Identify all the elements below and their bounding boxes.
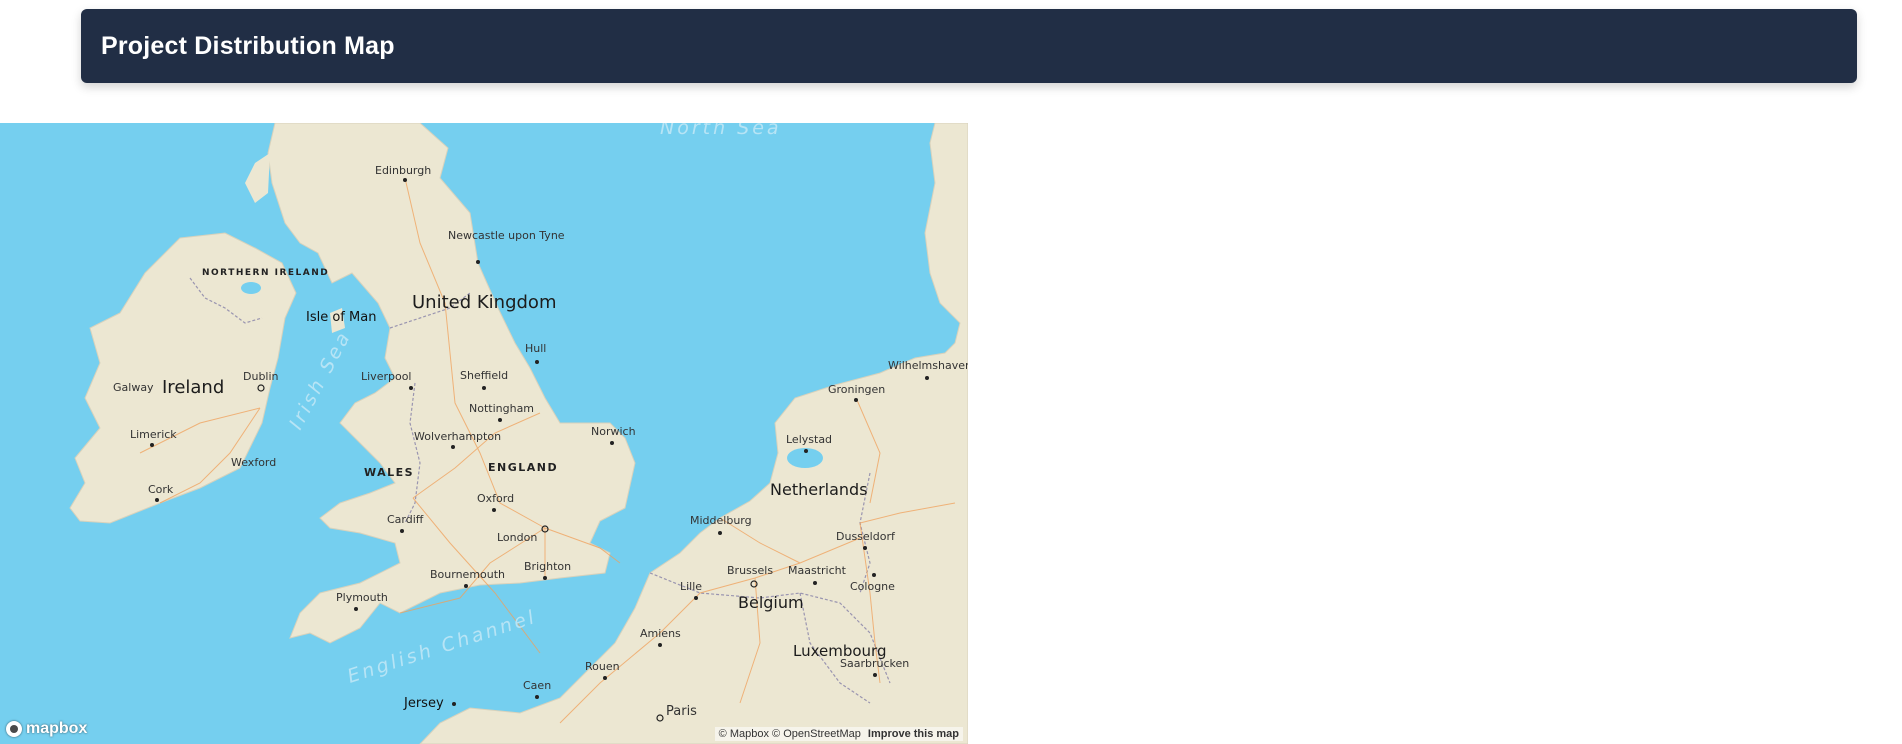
country-label: Belgium: [738, 593, 804, 612]
city-dot: [400, 529, 404, 533]
city-dot: [451, 445, 455, 449]
city-dot: [603, 676, 607, 680]
place-label: Isle of Man: [306, 310, 376, 325]
city-label: Caen: [523, 679, 551, 692]
city-label: Maastricht: [788, 564, 847, 577]
city-label: Limerick: [130, 428, 177, 441]
city-label: Groningen: [828, 383, 885, 396]
city-label: Dublin: [243, 370, 279, 383]
city-label: Wexford: [231, 456, 276, 469]
project-map[interactable]: North Sea Irish Sea English Channel Unit…: [0, 123, 968, 744]
city-label: Rouen: [585, 660, 620, 673]
city-dot: [610, 441, 614, 445]
lough-neagh: [241, 282, 261, 294]
city-label: Galway: [113, 381, 154, 394]
city-label: Sheffield: [460, 369, 508, 382]
city-dot: [535, 695, 539, 699]
map-attribution: © Mapbox © OpenStreetMap Improve this ma…: [714, 727, 963, 741]
region-label: WALES: [364, 466, 414, 479]
city-dot: [854, 398, 858, 402]
mapbox-logo-text: mapbox: [26, 720, 88, 737]
mapbox-icon: [6, 721, 22, 737]
improve-map-link[interactable]: Improve this map: [868, 728, 959, 740]
city-dot: [155, 498, 159, 502]
place-label: Jersey: [403, 696, 444, 711]
city-dot: [925, 376, 929, 380]
city-dot: [658, 643, 662, 647]
city-dot: [873, 673, 877, 677]
city-label: Edinburgh: [375, 164, 431, 177]
city-dot: [718, 531, 722, 535]
attribution-osm-link[interactable]: © OpenStreetMap: [772, 728, 861, 740]
city-label: Wolverhampton: [414, 430, 501, 443]
city-dot: [492, 508, 496, 512]
sea-label: North Sea: [660, 123, 782, 139]
city-dot: [464, 584, 468, 588]
city-label: Norwich: [591, 425, 636, 438]
city-dot: [403, 178, 407, 182]
city-label: Newcastle upon Tyne: [448, 229, 565, 242]
city-dot: [813, 581, 817, 585]
city-dot: [543, 576, 547, 580]
city-label: Cardiff: [387, 513, 424, 526]
page-header: Project Distribution Map: [81, 9, 1857, 83]
country-label: United Kingdom: [412, 292, 556, 313]
city-dot: [354, 607, 358, 611]
city-dot: [476, 260, 480, 264]
city-label: Hull: [525, 342, 546, 355]
city-label: Brighton: [524, 560, 571, 573]
city-label: Oxford: [477, 492, 514, 505]
map-canvas[interactable]: North Sea Irish Sea English Channel Unit…: [0, 123, 968, 744]
city-label: Dusseldorf: [836, 530, 896, 543]
city-label: Bournemouth: [430, 568, 505, 581]
city-label: Liverpool: [361, 370, 411, 383]
city-label: Middelburg: [690, 514, 752, 527]
city-label: Lille: [680, 580, 702, 593]
mapbox-logo[interactable]: mapbox: [6, 720, 87, 738]
city-dot: [804, 449, 808, 453]
city-dot: [498, 418, 502, 422]
city-label: Plymouth: [336, 591, 388, 604]
city-label: Paris: [666, 704, 697, 719]
city-label: Cork: [148, 483, 174, 496]
city-label: Cologne: [850, 580, 895, 593]
city-dot: [694, 596, 698, 600]
page-title: Project Distribution Map: [101, 31, 395, 60]
city-label: Brussels: [727, 564, 773, 577]
region-label: ENGLAND: [488, 461, 558, 474]
country-label: Netherlands: [770, 480, 868, 499]
city-label: Nottingham: [469, 402, 534, 415]
city-dot: [535, 360, 539, 364]
city-dot: [452, 702, 456, 706]
city-label: London: [497, 531, 537, 544]
city-label: Saarbrucken: [840, 657, 909, 670]
country-label: Ireland: [162, 377, 224, 398]
city-dot: [150, 443, 154, 447]
city-dot: [863, 546, 867, 550]
region-label: NORTHERN IRELAND: [202, 268, 329, 278]
city-dot: [872, 573, 876, 577]
city-label: Wilhelmshaven: [888, 359, 968, 372]
city-label: Lelystad: [786, 433, 832, 446]
city-label: Amiens: [640, 627, 681, 640]
city-dot: [409, 386, 413, 390]
attribution-mapbox-link[interactable]: © Mapbox: [719, 728, 769, 740]
city-dot: [482, 386, 486, 390]
